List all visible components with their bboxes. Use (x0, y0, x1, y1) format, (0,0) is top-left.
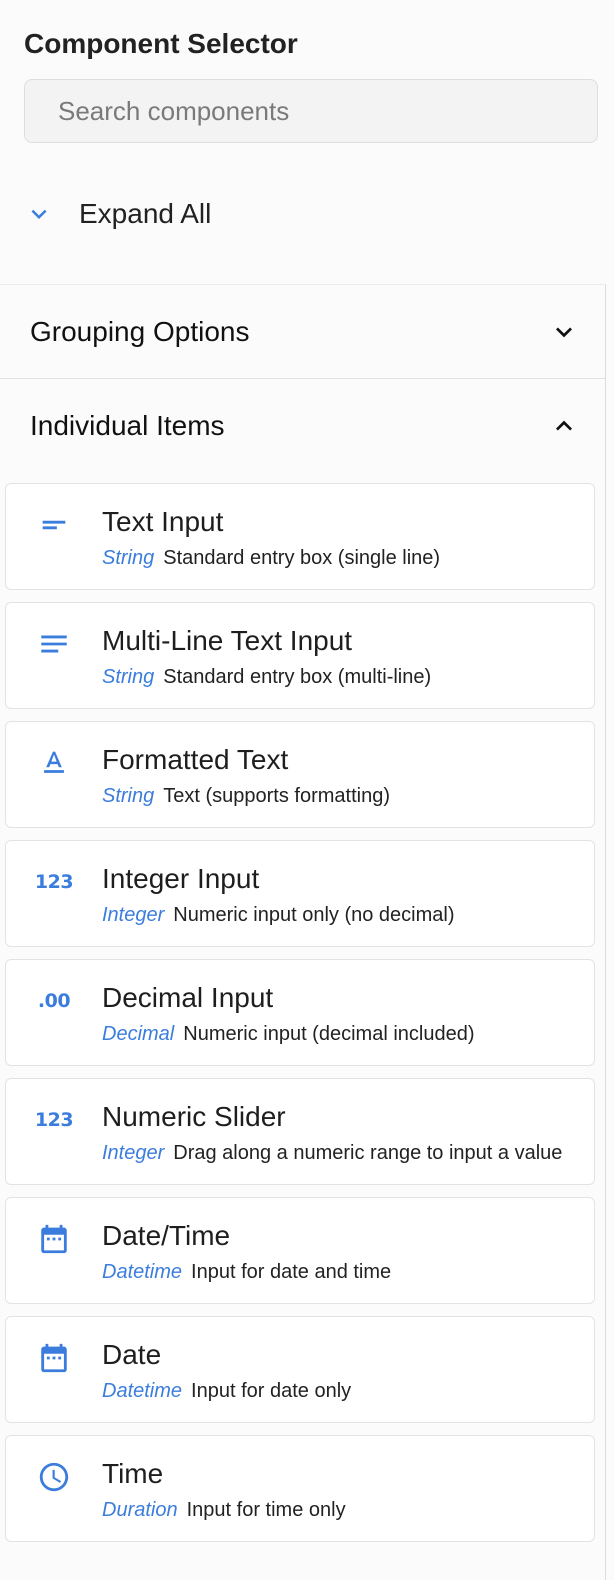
item-type: String (102, 547, 155, 569)
chevron-down-icon (31, 209, 47, 219)
item-name: Decimal Input (102, 982, 274, 1013)
notes-icon (37, 627, 71, 661)
item-description: Input for time only (186, 1499, 346, 1521)
item-type: Integer (102, 904, 165, 926)
group-label: Grouping Options (30, 315, 250, 347)
item-name: Time (102, 1458, 164, 1489)
group-individual-items[interactable]: Individual Items (0, 378, 606, 472)
item-description: Standard entry box (multi-line) (163, 666, 432, 688)
item-type: String (102, 666, 155, 688)
list-item[interactable]: .00 Decimal Input Decimal Numeric input … (5, 959, 595, 1066)
item-description: Text (supports formatting) (163, 785, 390, 807)
list-item[interactable]: Formatted Text String Text (supports for… (5, 721, 595, 828)
list-item[interactable]: 123 Integer Input Integer Numeric input … (5, 840, 595, 947)
item-name: Integer Input (102, 863, 260, 894)
item-type: Duration (102, 1499, 178, 1521)
calendar-icon (37, 1222, 71, 1256)
item-type: Integer (102, 1142, 165, 1164)
search-box[interactable] (24, 79, 598, 143)
search-input[interactable] (56, 94, 597, 128)
group-grouping-options[interactable]: Grouping Options (0, 284, 606, 378)
text-format-icon (37, 746, 71, 780)
numbers-icon: 123 (34, 871, 74, 893)
numbers-icon: 123 (34, 1109, 74, 1131)
item-description: Numeric input (decimal included) (183, 1023, 475, 1045)
list-item[interactable]: Text Input String Standard entry box (si… (5, 483, 595, 590)
list-item[interactable]: Time Duration Input for time only (5, 1435, 595, 1542)
group-label: Individual Items (30, 409, 225, 441)
item-name: Date/Time (102, 1220, 231, 1251)
clock-icon (37, 1460, 71, 1494)
item-description: Numeric input only (no decimal) (173, 904, 455, 926)
item-type: Decimal (102, 1023, 175, 1045)
chevron-up-icon (556, 420, 572, 431)
chevron-down-icon (556, 327, 572, 338)
item-name: Formatted Text (102, 744, 289, 775)
list-item[interactable]: Multi-Line Text Input String Standard en… (5, 602, 595, 709)
expand-all-button[interactable]: Expand All (24, 186, 211, 242)
item-type: Datetime (102, 1380, 183, 1402)
decimal-icon: .00 (37, 990, 71, 1012)
page-title: Component Selector (24, 28, 298, 59)
item-name: Multi-Line Text Input (102, 625, 353, 656)
panel-divider (605, 284, 606, 1580)
item-description: Input for date only (191, 1380, 352, 1402)
item-type: String (102, 785, 155, 807)
item-description: Drag along a numeric range to input a va… (173, 1142, 563, 1164)
short-text-icon (37, 508, 71, 542)
item-description: Input for date and time (191, 1261, 392, 1283)
list-item[interactable]: Date/Time Datetime Input for date and ti… (5, 1197, 595, 1304)
item-name: Text Input (102, 506, 224, 537)
item-type: Datetime (102, 1261, 183, 1283)
item-description: Standard entry box (single line) (163, 547, 441, 569)
expand-all-label: Expand All (79, 198, 212, 229)
item-name: Date (102, 1339, 162, 1370)
item-name: Numeric Slider (102, 1101, 286, 1132)
individual-items-list: Text Input String Standard entry box (si… (5, 483, 595, 1554)
list-item[interactable]: Date Datetime Input for date only (5, 1316, 595, 1423)
list-item[interactable]: 123 Numeric Slider Integer Drag along a … (5, 1078, 595, 1185)
calendar-icon (37, 1341, 71, 1375)
